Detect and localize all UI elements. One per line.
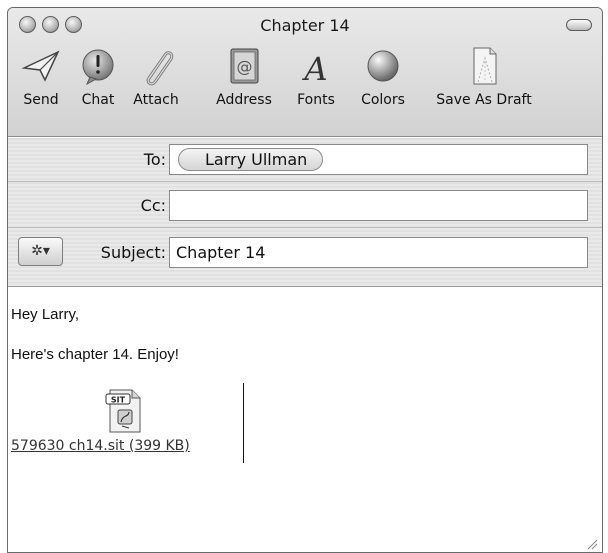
attachment-name[interactable]: 579630 ch14.sit (399 KB) bbox=[11, 438, 190, 454]
to-row: To: Larry Ullman bbox=[8, 138, 602, 182]
attachment[interactable]: SIT 579630 ch14.sit (399 KB) bbox=[11, 388, 243, 460]
window-title: Chapter 14 bbox=[260, 16, 350, 35]
resize-grip-icon[interactable] bbox=[586, 538, 598, 550]
chat-icon bbox=[82, 49, 114, 86]
mail-compose-window: Chapter 14 Send Chat Attach @ Address A … bbox=[7, 7, 603, 553]
subject-value: Chapter 14 bbox=[176, 243, 266, 262]
attachment-type-label: SIT bbox=[111, 396, 126, 405]
colors-label: Colors bbox=[361, 92, 405, 108]
header-options-button[interactable]: ✲▾ bbox=[18, 237, 63, 266]
to-label: To: bbox=[143, 150, 166, 169]
recipient-token[interactable]: Larry Ullman bbox=[178, 148, 324, 171]
subject-row: ✲▾ Subject: Chapter 14 bbox=[8, 231, 602, 275]
stuffit-file-icon: SIT bbox=[105, 389, 141, 433]
cc-field[interactable] bbox=[169, 190, 588, 221]
subject-label: Subject: bbox=[100, 243, 166, 262]
send-icon bbox=[21, 50, 60, 82]
chat-label: Chat bbox=[81, 92, 115, 108]
save-as-draft-label: Save As Draft bbox=[436, 92, 532, 108]
text-cursor bbox=[243, 383, 244, 463]
svg-text:@: @ bbox=[237, 57, 253, 76]
save-as-draft-button[interactable]: Save As Draft bbox=[426, 46, 542, 108]
colors-icon bbox=[367, 50, 399, 82]
body-text: Here's chapter 14. Enjoy! bbox=[11, 346, 179, 363]
address-book-icon: @ bbox=[230, 48, 259, 84]
paperclip-icon bbox=[146, 51, 174, 86]
send-label: Send bbox=[23, 92, 59, 108]
to-field[interactable]: Larry Ullman bbox=[169, 144, 588, 175]
message-body[interactable]: Hey Larry, Here's chapter 14. Enjoy! SIT… bbox=[8, 288, 602, 552]
attach-label: Attach bbox=[133, 92, 179, 108]
toolbar-toggle-button[interactable] bbox=[566, 19, 592, 31]
address-button[interactable]: @ Address bbox=[209, 46, 279, 108]
send-button[interactable]: Send bbox=[16, 46, 66, 108]
draft-icon bbox=[473, 47, 497, 85]
subject-field[interactable]: Chapter 14 bbox=[169, 237, 588, 268]
colors-button[interactable]: Colors bbox=[354, 46, 412, 108]
title-bar[interactable]: Chapter 14 bbox=[8, 8, 602, 42]
svg-text:A: A bbox=[301, 50, 327, 86]
cc-row: Cc: bbox=[8, 184, 602, 228]
fonts-button[interactable]: A Fonts bbox=[291, 46, 341, 108]
window-chrome: Chapter 14 Send Chat Attach @ Address A … bbox=[8, 8, 602, 137]
message-headers: To: Larry Ullman Cc: ✲▾ Subject: Chapter… bbox=[8, 138, 602, 287]
address-label: Address bbox=[216, 92, 272, 108]
fonts-label: Fonts bbox=[297, 92, 335, 108]
greeting-text: Hey Larry, bbox=[11, 306, 80, 323]
attach-button[interactable]: Attach bbox=[129, 46, 183, 108]
fonts-icon: A bbox=[301, 50, 327, 86]
chat-button[interactable]: Chat bbox=[76, 46, 120, 108]
cc-label: Cc: bbox=[140, 196, 166, 215]
